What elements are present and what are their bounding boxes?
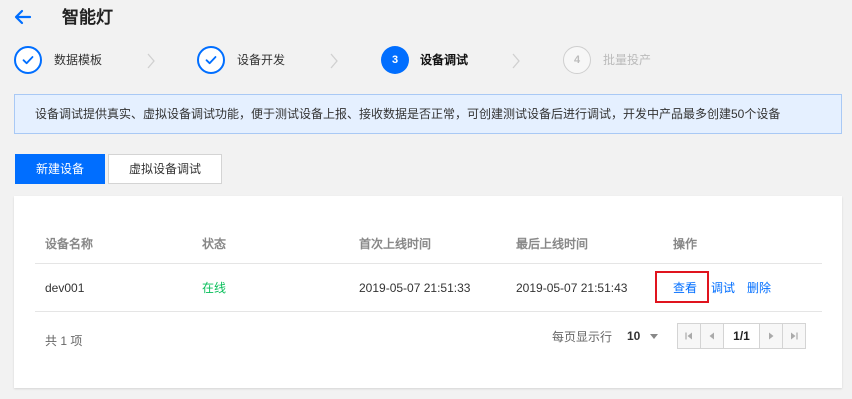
back-arrow-icon[interactable] xyxy=(12,6,34,28)
first-page-icon xyxy=(685,332,692,340)
last-online-time: 2019-05-07 21:51:43 xyxy=(516,281,628,295)
chevron-right-icon xyxy=(330,53,338,69)
first-page-button[interactable] xyxy=(677,323,701,349)
per-page-label: 每页显示行 xyxy=(552,330,613,344)
per-page-select[interactable]: 10 xyxy=(627,329,640,343)
step-4-number: 4 xyxy=(563,46,591,74)
column-header-actions: 操作 xyxy=(673,237,698,251)
status-online: 在线 xyxy=(202,281,227,295)
column-header-first-online: 首次上线时间 xyxy=(359,237,432,251)
prev-page-button[interactable] xyxy=(700,323,724,349)
virtual-debug-button[interactable]: 虚拟设备调试 xyxy=(108,154,222,184)
next-page-icon xyxy=(769,332,774,340)
page-title: 智能灯 xyxy=(62,8,113,27)
column-header-last-online: 最后上线时间 xyxy=(516,237,589,251)
chevron-right-icon xyxy=(147,53,155,69)
step-2-check-icon xyxy=(197,46,225,74)
device-name: dev001 xyxy=(45,281,85,295)
page-indicator: 1/1 xyxy=(723,323,760,349)
table-row: dev001 在线 2019-05-07 21:51:33 2019-05-07… xyxy=(35,264,822,312)
debug-link[interactable]: 调试 xyxy=(711,281,735,295)
column-header-status: 状态 xyxy=(202,237,227,251)
last-page-button[interactable] xyxy=(782,323,806,349)
new-device-button[interactable]: 新建设备 xyxy=(15,154,105,184)
device-table: 设备名称 状态 首次上线时间 最后上线时间 操作 dev001 在线 2019-… xyxy=(35,224,822,312)
chevron-right-icon xyxy=(512,53,520,69)
step-3-label: 设备调试 xyxy=(420,53,469,67)
caret-down-icon[interactable] xyxy=(650,334,658,339)
first-online-time: 2019-05-07 21:51:33 xyxy=(359,281,471,295)
table-header: 设备名称 状态 首次上线时间 最后上线时间 操作 xyxy=(35,224,822,264)
page-header: 智能灯 xyxy=(0,0,852,36)
total-count: 共 1 项 xyxy=(45,334,83,348)
step-4-label: 批量投产 xyxy=(603,53,652,67)
delete-link[interactable]: 删除 xyxy=(747,281,771,295)
device-table-card: 设备名称 状态 首次上线时间 最后上线时间 操作 dev001 在线 2019-… xyxy=(14,196,842,388)
step-2-label: 设备开发 xyxy=(237,53,286,67)
info-notice: 设备调试提供真实、虚拟设备调试功能，便于测试设备上报、接收数据是否正常，可创建测… xyxy=(14,94,842,134)
step-progress: 数据模板 设备开发 3 设备调试 4 批量投产 xyxy=(0,44,852,78)
prev-page-icon xyxy=(709,332,714,340)
column-header-name: 设备名称 xyxy=(45,237,94,251)
view-link[interactable]: 查看 xyxy=(673,281,697,295)
step-1-label: 数据模板 xyxy=(54,53,103,67)
next-page-button[interactable] xyxy=(759,323,783,349)
step-3-number: 3 xyxy=(381,46,409,74)
step-1-check-icon xyxy=(14,46,42,74)
pagination: 1/1 xyxy=(677,323,806,349)
last-page-icon xyxy=(791,332,798,340)
